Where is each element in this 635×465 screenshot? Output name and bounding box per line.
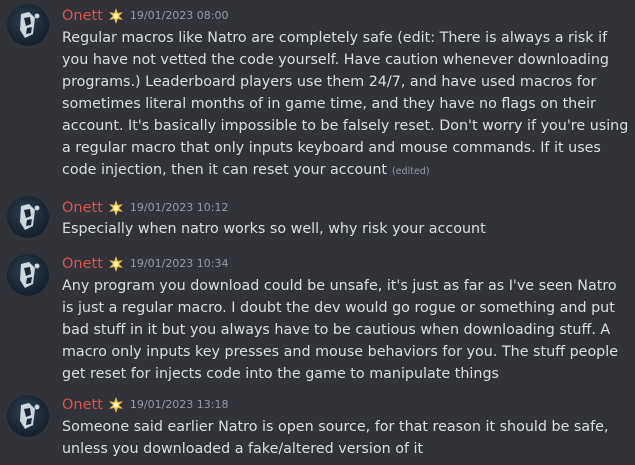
username[interactable]: Onett — [62, 198, 103, 218]
edited-label: (edited) — [388, 166, 430, 177]
message-body: Someone said earlier Natro is open sourc… — [62, 416, 630, 460]
star-burst-badge-icon — [108, 200, 123, 216]
timestamp[interactable]: 19/01/2023 10:34 — [130, 254, 229, 274]
message-text: Someone said earlier Natro is open sourc… — [62, 419, 609, 457]
message-text: Regular macros like Natro are completely… — [62, 30, 629, 178]
message-body: Any program you download could be unsafe… — [62, 275, 630, 385]
message-body: Especially when natro works so well, why… — [62, 218, 630, 240]
message-text: Especially when natro works so well, why… — [62, 221, 486, 237]
avatar[interactable] — [7, 196, 49, 238]
avatar[interactable] — [7, 254, 49, 296]
username[interactable]: Onett — [62, 395, 103, 415]
bee-avatar-icon — [20, 262, 40, 288]
message-body: Regular macros like Natro are completely… — [62, 27, 630, 183]
bee-avatar-icon — [20, 12, 40, 38]
username[interactable]: Onett — [62, 6, 103, 26]
message-header: Onett 19/01/2023 13:18 — [62, 395, 229, 415]
message-header: Onett 19/01/2023 10:34 — [62, 254, 229, 274]
message-header: Onett 19/01/2023 10:12 — [62, 198, 229, 218]
bee-avatar-icon — [20, 403, 40, 429]
star-burst-badge-icon — [108, 256, 123, 272]
username[interactable]: Onett — [62, 254, 103, 274]
avatar[interactable] — [7, 4, 49, 46]
timestamp[interactable]: 19/01/2023 10:12 — [130, 198, 229, 218]
timestamp[interactable]: 19/01/2023 08:00 — [130, 6, 229, 26]
message-text: Any program you download could be unsafe… — [62, 278, 619, 382]
avatar[interactable] — [7, 395, 49, 437]
timestamp[interactable]: 19/01/2023 13:18 — [130, 395, 229, 415]
message-header: Onett 19/01/2023 08:00 — [62, 6, 229, 26]
bee-avatar-icon — [20, 204, 40, 230]
star-burst-badge-icon — [108, 8, 123, 24]
star-burst-badge-icon — [108, 397, 123, 413]
